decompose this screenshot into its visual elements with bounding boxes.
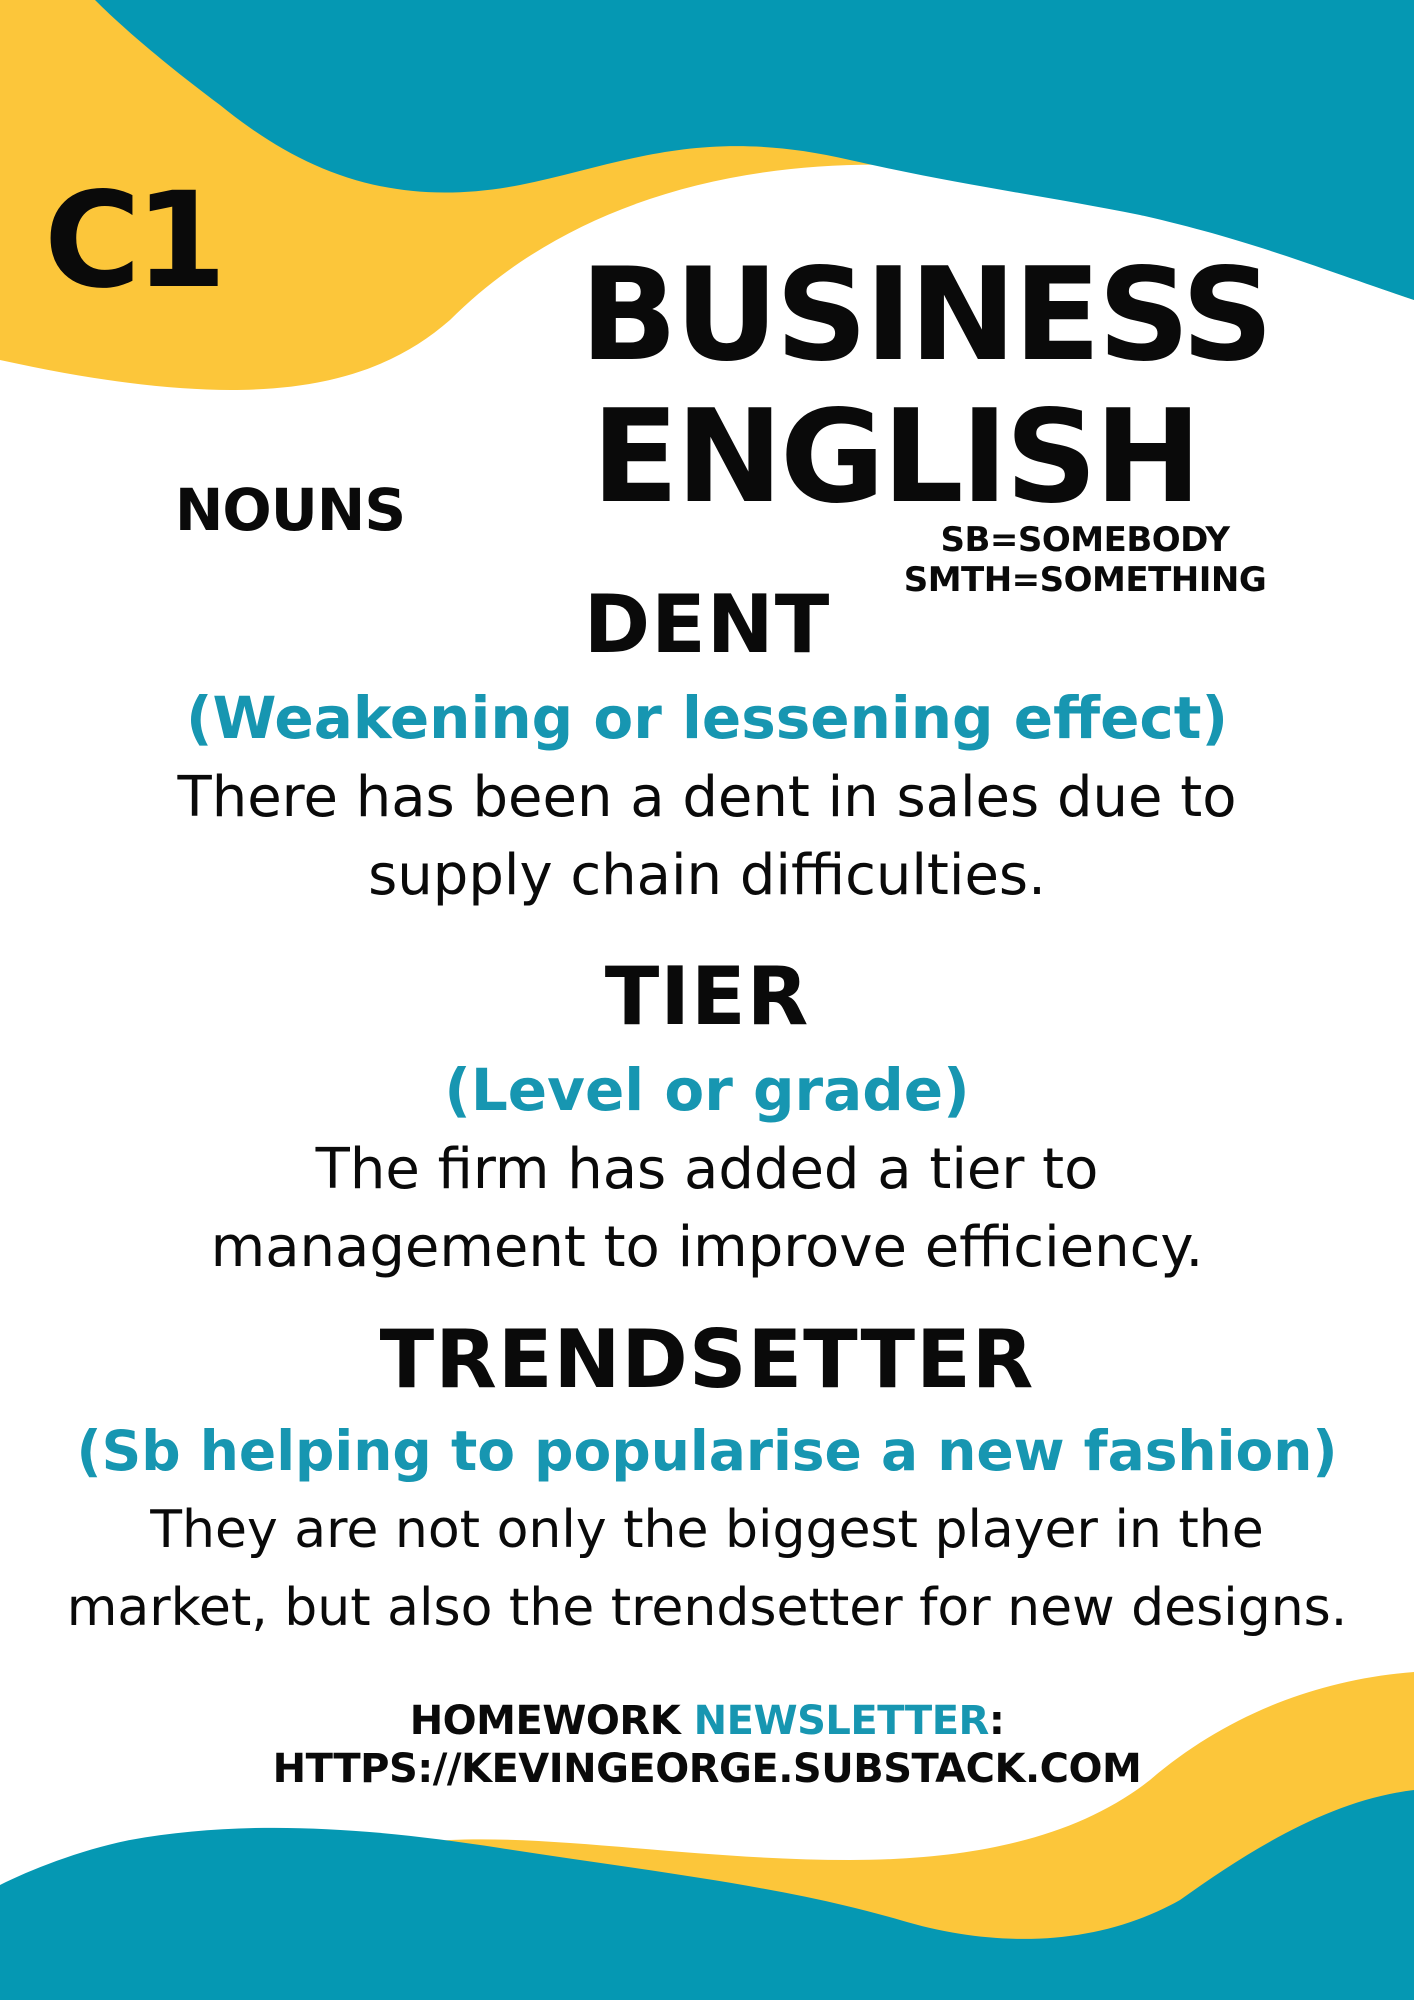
page-title: BUSINESS ENGLISH <box>580 241 1274 532</box>
vocab-definition: (Weakening or lessening effect) <box>185 684 1229 752</box>
example-line: market, but also the trendsetter for new… <box>66 1578 1348 1638</box>
newsletter-url[interactable]: HTTPS://KEVINGEORGE.SUBSTACK.COM <box>0 1745 1414 1793</box>
footer-newsletter: NEWSLETTER <box>693 1698 990 1744</box>
vocab-definition: (Level or grade) <box>444 1056 970 1124</box>
vocab-word: TIER <box>604 950 810 1043</box>
footer-homework: HOMEWORK <box>409 1698 681 1744</box>
example-line: supply chain difficulties. <box>368 843 1046 908</box>
footer: HOMEWORK NEWSLETTER: HTTPS://KEVINGEORGE… <box>0 1697 1414 1793</box>
title-line-1: BUSINESS <box>580 241 1274 390</box>
vocab-word: DENT <box>583 578 831 671</box>
vocab-entry: TRENDSETTER (Sb helping to popularise a … <box>0 1320 1414 1647</box>
title-line-2: ENGLISH <box>591 383 1201 532</box>
vocab-entry: DENT (Weakening or lessening effect) The… <box>0 585 1414 915</box>
vocab-word: TRENDSETTER <box>379 1313 1035 1406</box>
vocab-example: They are not only the biggest player in … <box>0 1491 1414 1647</box>
vocab-example: There has been a dent in sales due to su… <box>0 759 1414 915</box>
example-line: The firm has added a tier to <box>315 1137 1099 1202</box>
level-label: C1 <box>44 164 227 318</box>
vocab-example: The firm has added a tier to management … <box>0 1131 1414 1287</box>
vocab-entry: TIER (Level or grade) The firm has added… <box>0 957 1414 1287</box>
vocab-definition: (Sb helping to popularise a new fashion) <box>76 1419 1338 1483</box>
example-line: There has been a dent in sales due to <box>177 765 1237 830</box>
footer-line-1: HOMEWORK NEWSLETTER: <box>0 1697 1414 1745</box>
footer-colon: : <box>988 1698 1005 1744</box>
poster: C1 BUSINESS ENGLISH NOUNS SB=SOMEBODY SM… <box>0 0 1414 2000</box>
example-line: They are not only the biggest player in … <box>150 1500 1264 1560</box>
category-label: NOUNS <box>174 476 406 544</box>
example-line: management to improve efficiency. <box>210 1215 1204 1280</box>
